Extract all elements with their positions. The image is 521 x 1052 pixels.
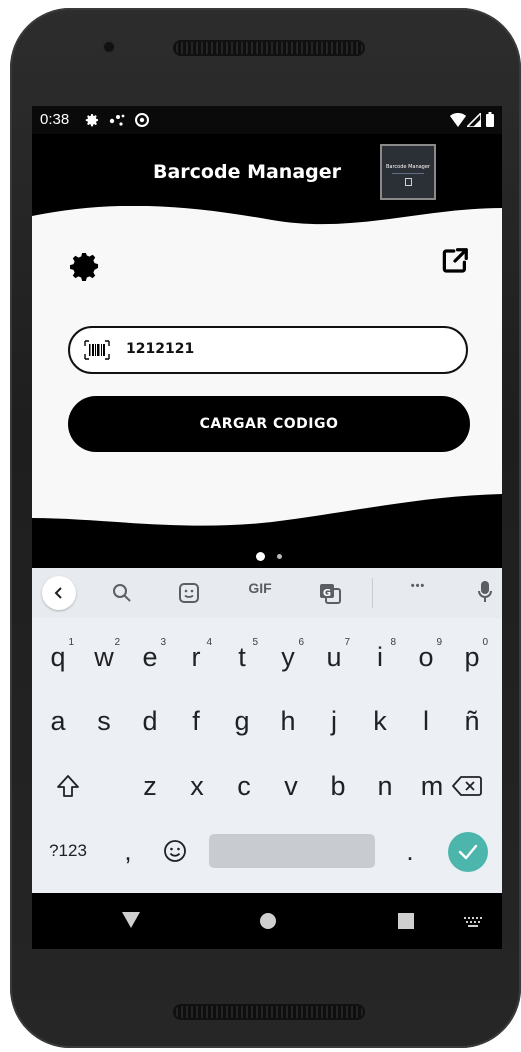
svg-text:G: G [323, 588, 331, 599]
barcode-input-field[interactable] [68, 326, 468, 374]
backspace-icon[interactable] [452, 775, 482, 797]
keyboard-row-3: zxcvbnm [32, 761, 502, 811]
key-h[interactable]: h [266, 696, 310, 746]
key-s[interactable]: s [82, 696, 126, 746]
page-indicator [256, 546, 283, 565]
chevron-left-icon [54, 587, 62, 599]
key-r[interactable]: r4 [174, 632, 218, 682]
home-nav-icon[interactable] [259, 912, 277, 930]
symbols-key[interactable]: ?123 [40, 826, 96, 876]
key-e[interactable]: e3 [128, 632, 172, 682]
app-title: Barcode Manager [152, 161, 342, 183]
key-b[interactable]: b [316, 761, 360, 811]
key-hint: 5 [252, 637, 258, 648]
app-logo: Barcode Manager [380, 144, 436, 200]
key-y[interactable]: y6 [266, 632, 310, 682]
cell-signal-icon [467, 113, 481, 127]
key-hint: 6 [298, 637, 304, 648]
period-key[interactable]: . [388, 826, 432, 876]
key-m[interactable]: m [410, 761, 454, 811]
back-nav-icon[interactable] [122, 912, 140, 928]
key-hint: 9 [436, 637, 442, 648]
barcode-input[interactable] [126, 341, 446, 357]
top-speaker [173, 40, 365, 56]
key-d[interactable]: d [128, 696, 172, 746]
checkmark-icon [458, 844, 478, 860]
settings-status-icon [85, 114, 98, 127]
sticker-icon[interactable] [178, 582, 200, 604]
key-hint: 8 [390, 637, 396, 648]
key-k[interactable]: k [358, 696, 402, 746]
battery-icon [486, 112, 494, 127]
key-i[interactable]: i8 [358, 632, 402, 682]
emoji-icon[interactable] [163, 839, 187, 863]
keyboard-switch-icon[interactable] [464, 917, 482, 927]
key-hint: 7 [344, 637, 350, 648]
sync-status-icon [135, 113, 149, 127]
suggestion-divider [372, 578, 373, 608]
keyboard-row-2: asdfghjklñ [32, 696, 502, 746]
key-n[interactable]: n [363, 761, 407, 811]
logo-text: Barcode Manager [385, 164, 430, 170]
navigation-bar [32, 893, 502, 949]
key-a[interactable]: a [36, 696, 80, 746]
key-p[interactable]: p0 [450, 632, 494, 682]
key-hint: 2 [114, 637, 120, 648]
keyboard-row-1: q1w2e3r4t5y6u7i8o9p0 [32, 632, 502, 682]
key-q[interactable]: q1 [36, 632, 80, 682]
key-g[interactable]: g [220, 696, 264, 746]
external-link-icon[interactable] [440, 246, 470, 276]
barcode-icon [84, 340, 110, 360]
screen: 0:38 Barcode Manager Barcode Manager 121… [32, 106, 502, 949]
more-options-button[interactable]: ••• [398, 580, 438, 606]
key-c[interactable]: c [222, 761, 266, 811]
key-hint: 3 [160, 637, 166, 648]
key-l[interactable]: l [404, 696, 448, 746]
key-hint: 0 [482, 637, 488, 648]
key-o[interactable]: o9 [404, 632, 448, 682]
enter-button[interactable] [448, 832, 488, 872]
key-f[interactable]: f [174, 696, 218, 746]
spacebar[interactable] [209, 834, 375, 868]
page-dot-active[interactable] [256, 552, 265, 561]
soft-keyboard: GIF G ••• q1w2e3r4t5y6u7i8o9p0 asdfghjkl… [32, 568, 502, 893]
shift-icon[interactable] [55, 773, 81, 799]
key-hint: 1 [68, 637, 74, 648]
keyboard-row-4: ?123 , . [32, 826, 502, 876]
key-w[interactable]: w2 [82, 632, 126, 682]
settings-gear-icon[interactable] [68, 249, 102, 283]
keyboard-back-button[interactable] [42, 576, 76, 610]
page-dot[interactable] [277, 554, 283, 559]
front-camera [104, 42, 114, 52]
key-x[interactable]: x [175, 761, 219, 811]
key-t[interactable]: t5 [220, 632, 264, 682]
key-j[interactable]: j [312, 696, 356, 746]
key-ñ[interactable]: ñ [450, 696, 494, 746]
load-code-button[interactable]: CARGAR CODIGO [68, 396, 470, 452]
wifi-icon [450, 113, 466, 127]
microphone-icon[interactable] [478, 581, 492, 603]
gif-button[interactable]: GIF [240, 580, 280, 606]
key-hint: 4 [206, 637, 212, 648]
key-v[interactable]: v [269, 761, 313, 811]
recents-nav-icon[interactable] [398, 913, 414, 929]
comma-key[interactable]: , [106, 826, 150, 876]
translate-icon[interactable]: G [318, 581, 342, 605]
keyboard-suggestion-bar: GIF G ••• [32, 568, 502, 618]
bottom-speaker [173, 1004, 365, 1020]
search-icon[interactable] [112, 583, 132, 603]
key-u[interactable]: u7 [312, 632, 356, 682]
network-status-icon [109, 114, 125, 126]
key-z[interactable]: z [128, 761, 172, 811]
status-time: 0:38 [40, 111, 70, 128]
status-bar: 0:38 [32, 106, 502, 134]
